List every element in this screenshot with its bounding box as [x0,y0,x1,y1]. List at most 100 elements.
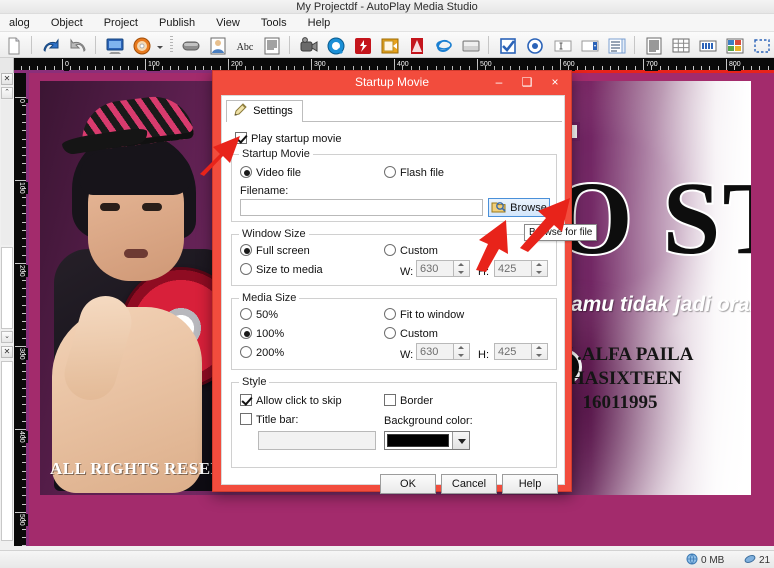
menu-item-catalog[interactable]: alog [0,14,39,31]
dialog-maximize-button[interactable]: ❑ [513,71,541,93]
slideshow-object-icon[interactable] [378,34,400,56]
hruler-tick-minor [120,66,122,70]
toolbar-separator [31,36,33,54]
text-object-icon[interactable]: Abc [233,34,255,56]
window-titlebar: My Projectdf - AutoPlay Media Studio [0,0,774,14]
title-bar-input[interactable] [258,431,376,450]
video-object-icon[interactable] [297,34,319,56]
image-object-icon[interactable] [206,34,228,56]
window-size-custom-radio[interactable]: Custom [384,244,438,258]
tree-object-icon[interactable] [723,34,745,56]
size-to-media-radio[interactable]: Size to media [240,263,323,277]
allow-click-to-skip-checkbox[interactable]: Allow click to skip [240,394,342,408]
menu-item-view[interactable]: View [207,14,249,31]
browse-button-label: Browse [510,202,547,214]
vruler-tick-major [15,180,26,181]
combobox-object-icon[interactable] [578,34,600,56]
tab-settings[interactable]: Settings [226,100,303,122]
media-size-h-stepper[interactable] [532,343,548,360]
dock-scroll-up-icon[interactable]: ⌃ [1,87,13,99]
selection-icon[interactable] [750,34,772,56]
quicktime-object-icon[interactable] [324,34,346,56]
dock-panel-lower[interactable] [1,361,13,541]
stepper-up-icon[interactable] [532,261,546,268]
browse-folder-icon [491,200,506,213]
vruler-tick-minor [22,312,26,314]
fit-to-window-radio[interactable]: Fit to window [384,308,464,322]
filename-input[interactable] [240,199,483,216]
stepper-down-icon[interactable] [454,352,468,359]
stepper-down-icon[interactable] [454,269,468,276]
play-startup-movie-checkbox[interactable]: Play startup movie [235,132,341,146]
artwork-person [46,92,242,493]
dock-panel-upper[interactable] [1,247,13,329]
stepper-up-icon[interactable] [532,344,546,351]
media-size-w-input[interactable]: 630 [416,343,454,360]
build-dropdown-icon[interactable] [156,34,164,56]
preview-icon[interactable] [103,34,125,56]
media-size-50-radio[interactable]: 50% [240,308,278,322]
video-file-radio[interactable]: Video file [240,166,301,180]
chevron-down-icon[interactable] [452,432,469,449]
vruler-tick-minor [22,495,26,497]
redo-icon[interactable] [66,34,88,56]
paragraph-object-icon[interactable] [260,34,282,56]
menu-item-object[interactable]: Object [42,14,92,31]
hruler-tick-minor [709,66,711,70]
startup-movie-dialog[interactable]: Startup Movie – ❑ × Settings Play startu… [212,70,572,494]
menu-item-tools[interactable]: Tools [252,14,296,31]
checkbox-object-icon[interactable] [496,34,518,56]
dock-close-icon-bottom[interactable]: ✕ [1,346,13,358]
flash-file-radio[interactable]: Flash file [384,166,444,180]
stepper-up-icon[interactable] [454,344,468,351]
panel-object-icon[interactable] [459,34,481,56]
window-size-w-input[interactable]: 630 [416,260,454,277]
pdf-object-icon[interactable] [405,34,427,56]
grid-object-icon[interactable] [669,34,691,56]
window-size-h-stepper[interactable] [532,260,548,277]
listbox-object-icon[interactable] [605,34,627,56]
menu-item-help[interactable]: Help [299,14,340,31]
button-object-icon[interactable] [179,34,201,56]
full-screen-radio[interactable]: Full screen [240,244,310,258]
title-bar-checkbox[interactable]: Title bar: [240,413,298,427]
new-document-icon[interactable] [2,34,24,56]
media-size-w-stepper[interactable] [454,343,470,360]
color-swatch [387,434,449,447]
hruler-tick-major [62,59,63,70]
dock-close-icon-top[interactable]: ✕ [1,73,13,85]
menu-item-project[interactable]: Project [95,14,147,31]
window-size-h-label: H: [478,266,489,278]
media-size-h-input[interactable]: 425 [494,343,532,360]
hruler-tick-minor [103,66,105,70]
dock-scroll-down-icon[interactable]: ⌄ [1,331,13,343]
flash-file-label: Flash file [400,167,445,179]
cancel-button[interactable]: Cancel [441,474,497,494]
flash-object-icon[interactable] [351,34,373,56]
ok-button[interactable]: OK [380,474,436,494]
dialog-close-button[interactable]: × [541,71,569,93]
media-size-custom-radio[interactable]: Custom [384,327,438,341]
background-color-combobox[interactable] [384,431,470,450]
web-object-icon[interactable] [432,34,454,56]
window-size-h-input[interactable]: 425 [494,260,532,277]
input-object-icon[interactable] [551,34,573,56]
menu-item-publish[interactable]: Publish [150,14,204,31]
window-size-w-stepper[interactable] [454,260,470,277]
undo-icon[interactable] [39,34,61,56]
help-button[interactable]: Help [502,474,558,494]
build-cd-icon[interactable] [130,34,152,56]
stepper-down-icon[interactable] [532,269,546,276]
richtext-object-icon[interactable] [642,34,664,56]
progress-object-icon[interactable] [696,34,718,56]
media-size-100-radio[interactable]: 100% [240,327,284,341]
radio-object-icon[interactable] [523,34,545,56]
hruler-tick-minor [593,66,595,70]
dock-scrollbar-upper[interactable] [1,100,13,245]
media-size-200-radio[interactable]: 200% [240,346,284,360]
stepper-up-icon[interactable] [454,261,468,268]
browse-button[interactable]: Browse [488,198,550,217]
border-checkbox[interactable]: Border [384,394,433,408]
stepper-down-icon[interactable] [532,352,546,359]
dialog-minimize-button[interactable]: – [485,71,513,93]
